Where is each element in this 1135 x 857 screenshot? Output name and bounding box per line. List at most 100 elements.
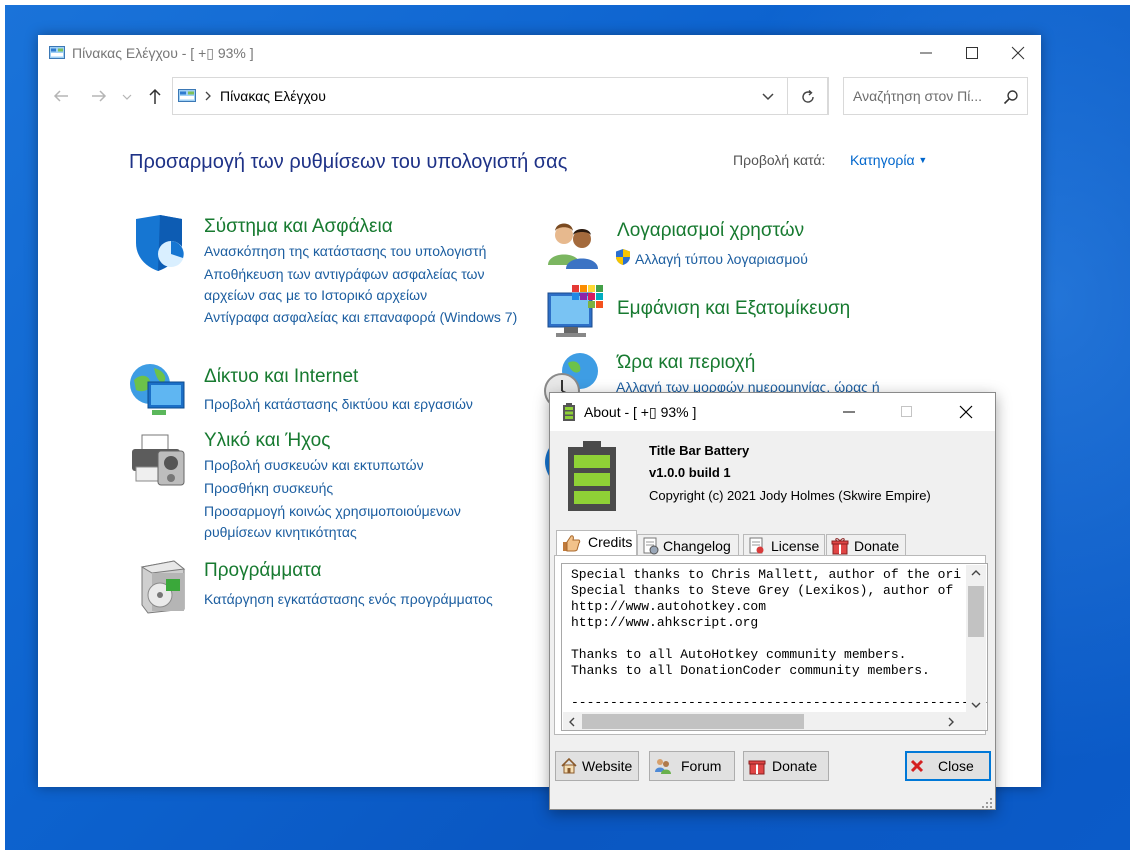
window-title: Πίνακας Ελέγχου - [ +▯ 93% ] <box>72 45 254 61</box>
category-time-region-title[interactable]: Ώρα και περιοχή <box>617 352 755 374</box>
horizontal-scroll-thumb[interactable] <box>582 714 804 729</box>
forward-button[interactable] <box>88 85 110 107</box>
forum-label: Forum <box>681 758 722 774</box>
credits-line: http://www.autohotkey.com <box>571 599 767 614</box>
vertical-scrollbar[interactable] <box>966 565 986 713</box>
close-x-icon <box>909 758 925 777</box>
close-icon <box>1011 46 1025 60</box>
minimize-button[interactable] <box>903 35 949 71</box>
about-title-bar[interactable]: About - [ +▯ 93% ] <box>550 393 995 431</box>
link-add-device[interactable]: Προσθήκη συσκευής <box>204 478 333 499</box>
resize-grip-icon[interactable] <box>981 796 993 814</box>
refresh-button[interactable] <box>788 77 829 115</box>
tab-license[interactable]: License <box>743 534 825 556</box>
minimize-icon <box>920 52 932 54</box>
about-dialog: About - [ +▯ 93% ] Title Bar Battery v1.… <box>549 392 996 810</box>
close-button[interactable] <box>995 35 1041 71</box>
link-file-history[interactable]: Αποθήκευση των αντιγράφων ασφαλείας των … <box>204 264 534 306</box>
search-input[interactable]: Αναζήτηση στον Πί... <box>853 88 982 104</box>
app-name: Title Bar Battery <box>649 443 750 458</box>
view-by-label: Προβολή κατά: <box>733 152 826 168</box>
network-icon[interactable] <box>128 362 188 422</box>
programs-icon[interactable] <box>134 557 194 617</box>
tab-changelog-label: Changelog <box>663 538 731 554</box>
display-icon[interactable] <box>544 283 604 343</box>
maximize-icon <box>966 47 978 59</box>
scroll-left-icon[interactable] <box>568 717 576 727</box>
control-panel-icon <box>49 46 65 60</box>
printer-icon[interactable] <box>128 431 188 491</box>
search-box[interactable]: Αναζήτηση στον Πί... <box>843 77 1028 115</box>
category-system-security-title[interactable]: Σύστημα και Ασφάλεια <box>204 216 393 238</box>
category-appearance-title[interactable]: Εμφάνιση και Εξατομίκευση <box>617 298 850 320</box>
app-version: v1.0.0 build 1 <box>649 465 731 480</box>
control-panel-icon <box>178 89 196 108</box>
donate-button[interactable]: Donate <box>743 751 829 781</box>
credits-textbox[interactable]: Special thanks to Chris Mallett, author … <box>561 563 988 731</box>
close-icon[interactable] <box>959 405 973 424</box>
scroll-right-icon[interactable] <box>947 717 955 727</box>
link-backup-restore[interactable]: Αντίγραφα ασφαλείας και επαναφορά (Windo… <box>204 307 544 328</box>
link-change-account-type[interactable]: Αλλαγή τύπου λογαριασμού <box>635 249 808 270</box>
search-icon[interactable] <box>1003 89 1019 105</box>
link-change-date-formats[interactable]: Αλλαγή των μορφών ημερομηνίας, ώρας ή <box>616 377 946 393</box>
category-user-accounts-title[interactable]: Λογαριασμοί χρηστών <box>617 220 804 242</box>
tab-changelog[interactable]: Changelog <box>637 534 739 556</box>
up-arrow-icon <box>149 88 161 104</box>
tab-license-label: License <box>771 538 820 554</box>
close-label: Close <box>938 758 974 774</box>
users-icon[interactable] <box>544 215 604 275</box>
recent-locations-button[interactable] <box>120 85 134 107</box>
credits-line: Special thanks to Steve Grey (Lexikos), … <box>571 583 954 598</box>
address-dropdown-icon[interactable] <box>761 88 775 109</box>
horizontal-scrollbar[interactable] <box>563 712 966 730</box>
back-button[interactable] <box>50 85 72 107</box>
shield-icon[interactable] <box>130 213 190 273</box>
link-uninstall-program[interactable]: Κατάργηση εγκατάστασης ενός προγράμματος <box>204 589 493 610</box>
page-title: Προσαρμογή των ρυθμίσεων του υπολογιστή … <box>129 151 568 173</box>
tab-credits-label: Credits <box>588 534 633 550</box>
back-arrow-icon <box>53 90 68 102</box>
tab-donate[interactable]: Donate <box>826 534 906 556</box>
minimize-icon[interactable] <box>842 405 856 424</box>
home-icon <box>560 757 578 778</box>
battery-logo-icon <box>564 441 620 516</box>
link-devices-printers[interactable]: Προβολή συσκευών και εκτυπωτών <box>204 455 424 476</box>
up-button[interactable] <box>144 85 166 107</box>
link-mobility-settings[interactable]: Προσαρμογή κοινώς χρησιμοποιούμενων ρυθμ… <box>204 501 509 543</box>
breadcrumb-chevron-icon <box>203 88 213 109</box>
link-review-status[interactable]: Ανασκόπηση της κατάστασης του υπολογιστή <box>204 241 539 262</box>
tab-donate-label: Donate <box>854 538 900 554</box>
maximize-button[interactable] <box>949 35 995 71</box>
credits-line: Special thanks to Chris Mallett, author … <box>571 567 962 582</box>
forum-users-icon <box>654 757 672 778</box>
link-network-status[interactable]: Προβολή κατάστασης δικτύου και εργασιών <box>204 394 473 415</box>
thumbs-up-icon <box>561 534 581 555</box>
tab-credits[interactable]: Credits <box>556 530 637 557</box>
view-by-value: Κατηγορία <box>850 152 915 168</box>
refresh-icon <box>802 89 814 103</box>
app-copyright: Copyright (c) 2021 Jody Holmes (Skwire E… <box>649 488 931 503</box>
view-by-dropdown[interactable]: Κατηγορία ▼ <box>850 152 927 168</box>
title-bar[interactable]: Πίνακας Ελέγχου - [ +▯ 93% ] <box>38 35 1041 71</box>
chevron-down-icon <box>122 94 132 100</box>
scroll-corner <box>966 712 986 730</box>
forum-button[interactable]: Forum <box>649 751 735 781</box>
scroll-up-icon[interactable] <box>971 569 981 577</box>
donate-label: Donate <box>772 758 818 774</box>
scroll-down-icon[interactable] <box>971 701 981 709</box>
close-dialog-button[interactable]: Close <box>905 751 991 781</box>
category-network-title[interactable]: Δίκτυο και Internet <box>204 366 358 388</box>
about-window-title: About - [ +▯ 93% ] <box>584 404 697 420</box>
address-bar[interactable]: Πίνακας Ελέγχου <box>172 77 828 115</box>
battery-icon <box>561 403 577 426</box>
credits-line: ----------------------------------------… <box>571 695 988 710</box>
category-hardware-sound-title[interactable]: Υλικό και Ήχος <box>204 430 330 452</box>
breadcrumb[interactable]: Πίνακας Ελέγχου <box>220 88 326 104</box>
maximize-icon <box>900 405 914 424</box>
website-label: Website <box>582 758 633 774</box>
website-button[interactable]: Website <box>555 751 639 781</box>
category-programs-title[interactable]: Προγράμματα <box>204 560 322 582</box>
vertical-scroll-thumb[interactable] <box>968 586 984 637</box>
dropdown-caret-icon: ▼ <box>918 155 928 165</box>
